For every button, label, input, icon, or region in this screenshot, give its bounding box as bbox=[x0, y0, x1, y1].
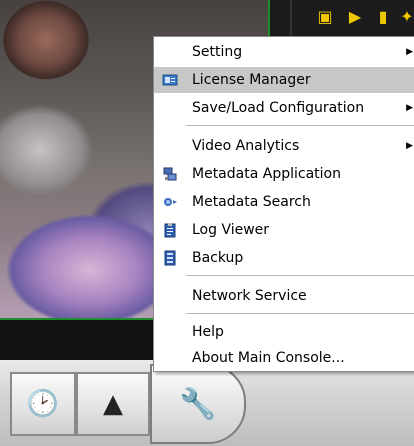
menu-item-metadata-application[interactable]: Metadata Application bbox=[154, 161, 414, 187]
playback-icon[interactable]: ▶ bbox=[344, 6, 366, 28]
menu-item-label: Save/Load Configuration bbox=[192, 100, 365, 116]
license-card-icon bbox=[162, 72, 178, 88]
menu-item-video-analytics[interactable]: Video Analytics ▶ bbox=[154, 133, 414, 159]
tools-icon: 🔧 bbox=[179, 386, 217, 422]
alarm-button[interactable]: ▲ bbox=[76, 372, 150, 436]
tools-context-menu: Setting ▶ License Manager Save/Load Conf… bbox=[153, 36, 414, 372]
submenu-arrow-icon: ▶ bbox=[406, 47, 413, 57]
menu-item-license-manager[interactable]: License Manager bbox=[154, 67, 414, 93]
search-icon bbox=[162, 194, 178, 210]
status-toolbar: ▣ ▶ ▮ ✦ bbox=[290, 0, 414, 36]
menu-item-label: Log Viewer bbox=[192, 222, 270, 238]
monitor-icon[interactable]: ▣ bbox=[314, 6, 336, 28]
menu-item-network-service[interactable]: Network Service bbox=[154, 283, 414, 309]
alarm-warning-icon: ▲ bbox=[103, 389, 123, 419]
menu-item-label: Network Service bbox=[192, 288, 307, 304]
menu-item-help[interactable]: Help bbox=[154, 319, 414, 345]
menu-item-setting[interactable]: Setting ▶ bbox=[154, 39, 414, 65]
schedule-log-icon: 🕑 bbox=[26, 389, 60, 419]
clipboard-icon bbox=[162, 222, 178, 238]
menu-separator bbox=[186, 275, 414, 276]
menu-item-metadata-search[interactable]: Metadata Search bbox=[154, 189, 414, 215]
menu-item-label: Metadata Search bbox=[192, 194, 311, 210]
menu-item-backup[interactable]: Backup bbox=[154, 245, 414, 271]
menu-item-save-load-configuration[interactable]: Save/Load Configuration ▶ bbox=[154, 95, 414, 121]
menu-item-label: License Manager bbox=[192, 72, 311, 88]
menu-item-label: About Main Console... bbox=[192, 350, 345, 366]
menu-item-label: Backup bbox=[192, 250, 244, 266]
menu-item-log-viewer[interactable]: Log Viewer bbox=[154, 217, 414, 243]
tools-button[interactable]: 🔧 bbox=[150, 364, 246, 444]
submenu-arrow-icon: ▶ bbox=[406, 141, 413, 151]
schedule-log-button[interactable]: 🕑 bbox=[10, 372, 76, 436]
menu-separator bbox=[186, 313, 414, 314]
submenu-arrow-icon: ▶ bbox=[406, 103, 413, 113]
network-icon[interactable]: ✦ bbox=[396, 6, 414, 28]
menu-item-label: Setting bbox=[192, 44, 243, 60]
menu-item-about-main-console[interactable]: About Main Console... bbox=[154, 345, 414, 371]
lock-icon[interactable]: ▮ bbox=[372, 6, 394, 28]
menu-item-label: Video Analytics bbox=[192, 138, 300, 154]
menu-separator bbox=[186, 125, 414, 126]
menu-item-label: Metadata Application bbox=[192, 166, 341, 182]
menu-item-label: Help bbox=[192, 324, 224, 340]
backup-icon bbox=[162, 250, 178, 266]
metadata-app-icon bbox=[162, 166, 178, 182]
